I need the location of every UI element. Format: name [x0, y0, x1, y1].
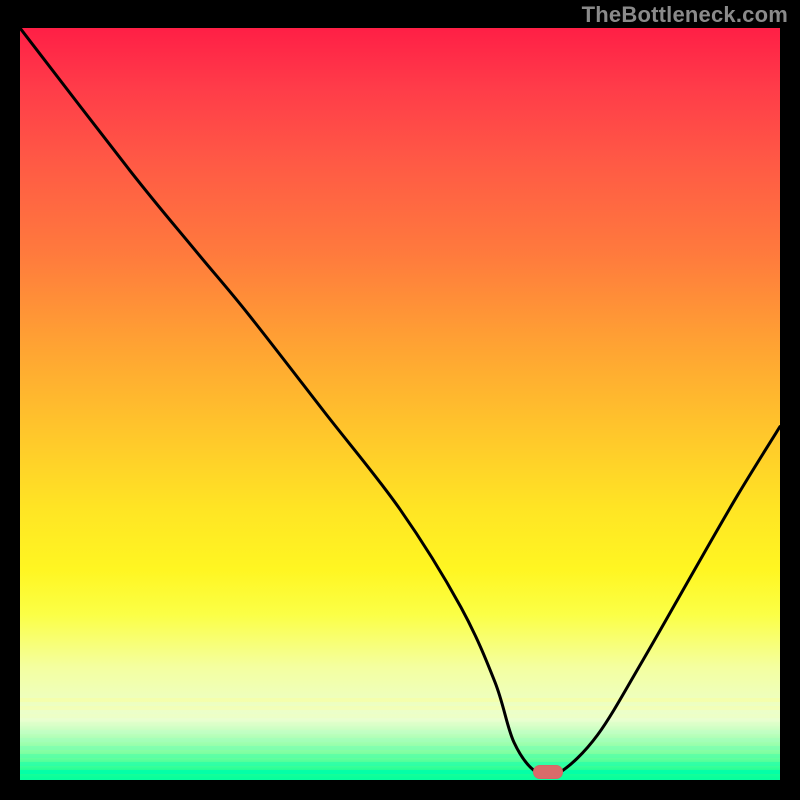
- chart-frame: TheBottleneck.com: [0, 0, 800, 800]
- curve-line: [20, 28, 780, 780]
- bottleneck-marker: [533, 765, 563, 779]
- watermark-text: TheBottleneck.com: [582, 2, 788, 28]
- plot-area: [20, 28, 780, 780]
